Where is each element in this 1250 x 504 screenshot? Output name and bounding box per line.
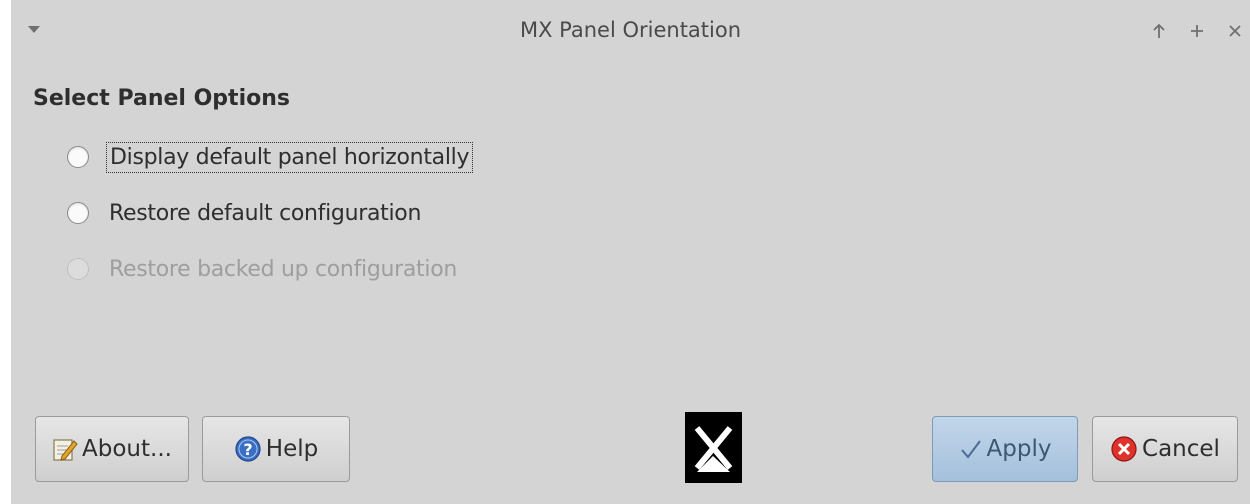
- option-display-horizontal[interactable]: Display default panel horizontally: [67, 137, 474, 177]
- cancel-icon: [1110, 435, 1138, 463]
- window-title: MX Panel Orientation: [519, 18, 742, 42]
- about-button[interactable]: About...: [35, 416, 189, 482]
- radio-button[interactable]: [67, 146, 89, 168]
- help-button[interactable]: ? Help: [202, 416, 350, 482]
- arrow-up-icon[interactable]: [1150, 14, 1168, 48]
- dialog-window: MX Panel Orientation Select Panel Option…: [11, 0, 1250, 504]
- title-bar[interactable]: MX Panel Orientation: [11, 0, 1250, 66]
- radio-button[interactable]: [67, 202, 89, 224]
- cancel-button[interactable]: Cancel: [1092, 416, 1238, 482]
- close-icon[interactable]: [1226, 14, 1244, 48]
- window-controls: [1150, 14, 1244, 48]
- mx-logo: [685, 412, 742, 483]
- apply-button[interactable]: Apply: [932, 416, 1078, 482]
- option-restore-default[interactable]: Restore default configuration: [67, 193, 424, 233]
- help-label: Help: [265, 436, 319, 462]
- edit-note-icon: [52, 436, 78, 462]
- option-label: Restore default configuration: [109, 200, 422, 226]
- option-label: Restore backed up configuration: [109, 256, 457, 282]
- section-title: Select Panel Options: [33, 86, 290, 111]
- plus-icon[interactable]: [1188, 14, 1206, 48]
- radio-button: [67, 258, 89, 280]
- checkmark-icon: [959, 437, 983, 461]
- option-restore-backup: Restore backed up configuration: [67, 249, 460, 289]
- cancel-label: Cancel: [1142, 436, 1220, 462]
- option-label: Display default panel horizontally: [106, 141, 474, 173]
- about-label: About...: [82, 436, 172, 462]
- svg-text:?: ?: [243, 440, 252, 459]
- help-icon: ?: [234, 435, 262, 463]
- apply-label: Apply: [986, 436, 1052, 462]
